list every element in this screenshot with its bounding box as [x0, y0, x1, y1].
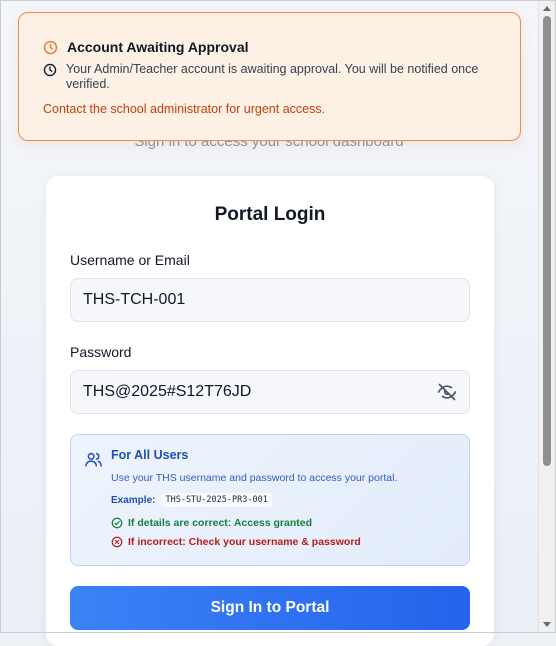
info-title: For All Users [111, 448, 189, 462]
example-code: THS-STU-2025-PR3-001 [161, 493, 272, 507]
clock-icon [43, 63, 57, 77]
check-circle-icon [111, 517, 123, 529]
vertical-scrollbar[interactable] [538, 0, 556, 633]
toast-header: Account Awaiting Approval [43, 39, 496, 55]
eye-off-icon [437, 383, 457, 401]
approval-toast: Account Awaiting Approval Your Admin/Tea… [18, 12, 521, 141]
success-hint: If details are correct: Access granted [111, 517, 455, 529]
clock-icon [43, 40, 58, 54]
info-panel: For All Users Use your THS username and … [70, 434, 470, 566]
example-row: Example: THS-STU-2025-PR3-001 [111, 493, 455, 507]
error-hint: If incorrect: Check your username & pass… [111, 536, 455, 548]
password-label: Password [70, 344, 132, 360]
sign-in-button[interactable]: Sign In to Portal [70, 586, 470, 630]
toast-body-row: Your Admin/Teacher account is awaiting a… [43, 62, 496, 92]
users-icon [85, 452, 102, 467]
success-hint-text: If details are correct: Access granted [128, 517, 313, 529]
error-hint-text: If incorrect: Check your username & pass… [128, 536, 361, 548]
username-field-wrap [70, 278, 470, 322]
example-label: Example: [111, 494, 156, 506]
info-content: For All Users Use your THS username and … [111, 448, 455, 548]
username-input[interactable] [70, 278, 470, 322]
toast-title: Account Awaiting Approval [67, 39, 249, 55]
toast-note: Contact the school administrator for urg… [43, 102, 326, 116]
login-title: Portal Login [214, 204, 326, 225]
info-text: Use your THS username and password to ac… [111, 472, 398, 484]
toast-message: Your Admin/Teacher account is awaiting a… [66, 62, 479, 91]
password-field-wrap [70, 370, 470, 414]
password-input[interactable] [70, 370, 470, 414]
login-card: Portal Login Username or Email Password … [46, 176, 494, 646]
username-label: Username or Email [70, 252, 190, 268]
scroll-up-arrow-icon[interactable] [543, 6, 551, 11]
scroll-down-arrow-icon[interactable] [543, 622, 551, 627]
x-circle-icon [111, 536, 123, 548]
toggle-password-visibility-button[interactable] [436, 382, 458, 402]
scrollbar-thumb[interactable] [543, 16, 551, 466]
